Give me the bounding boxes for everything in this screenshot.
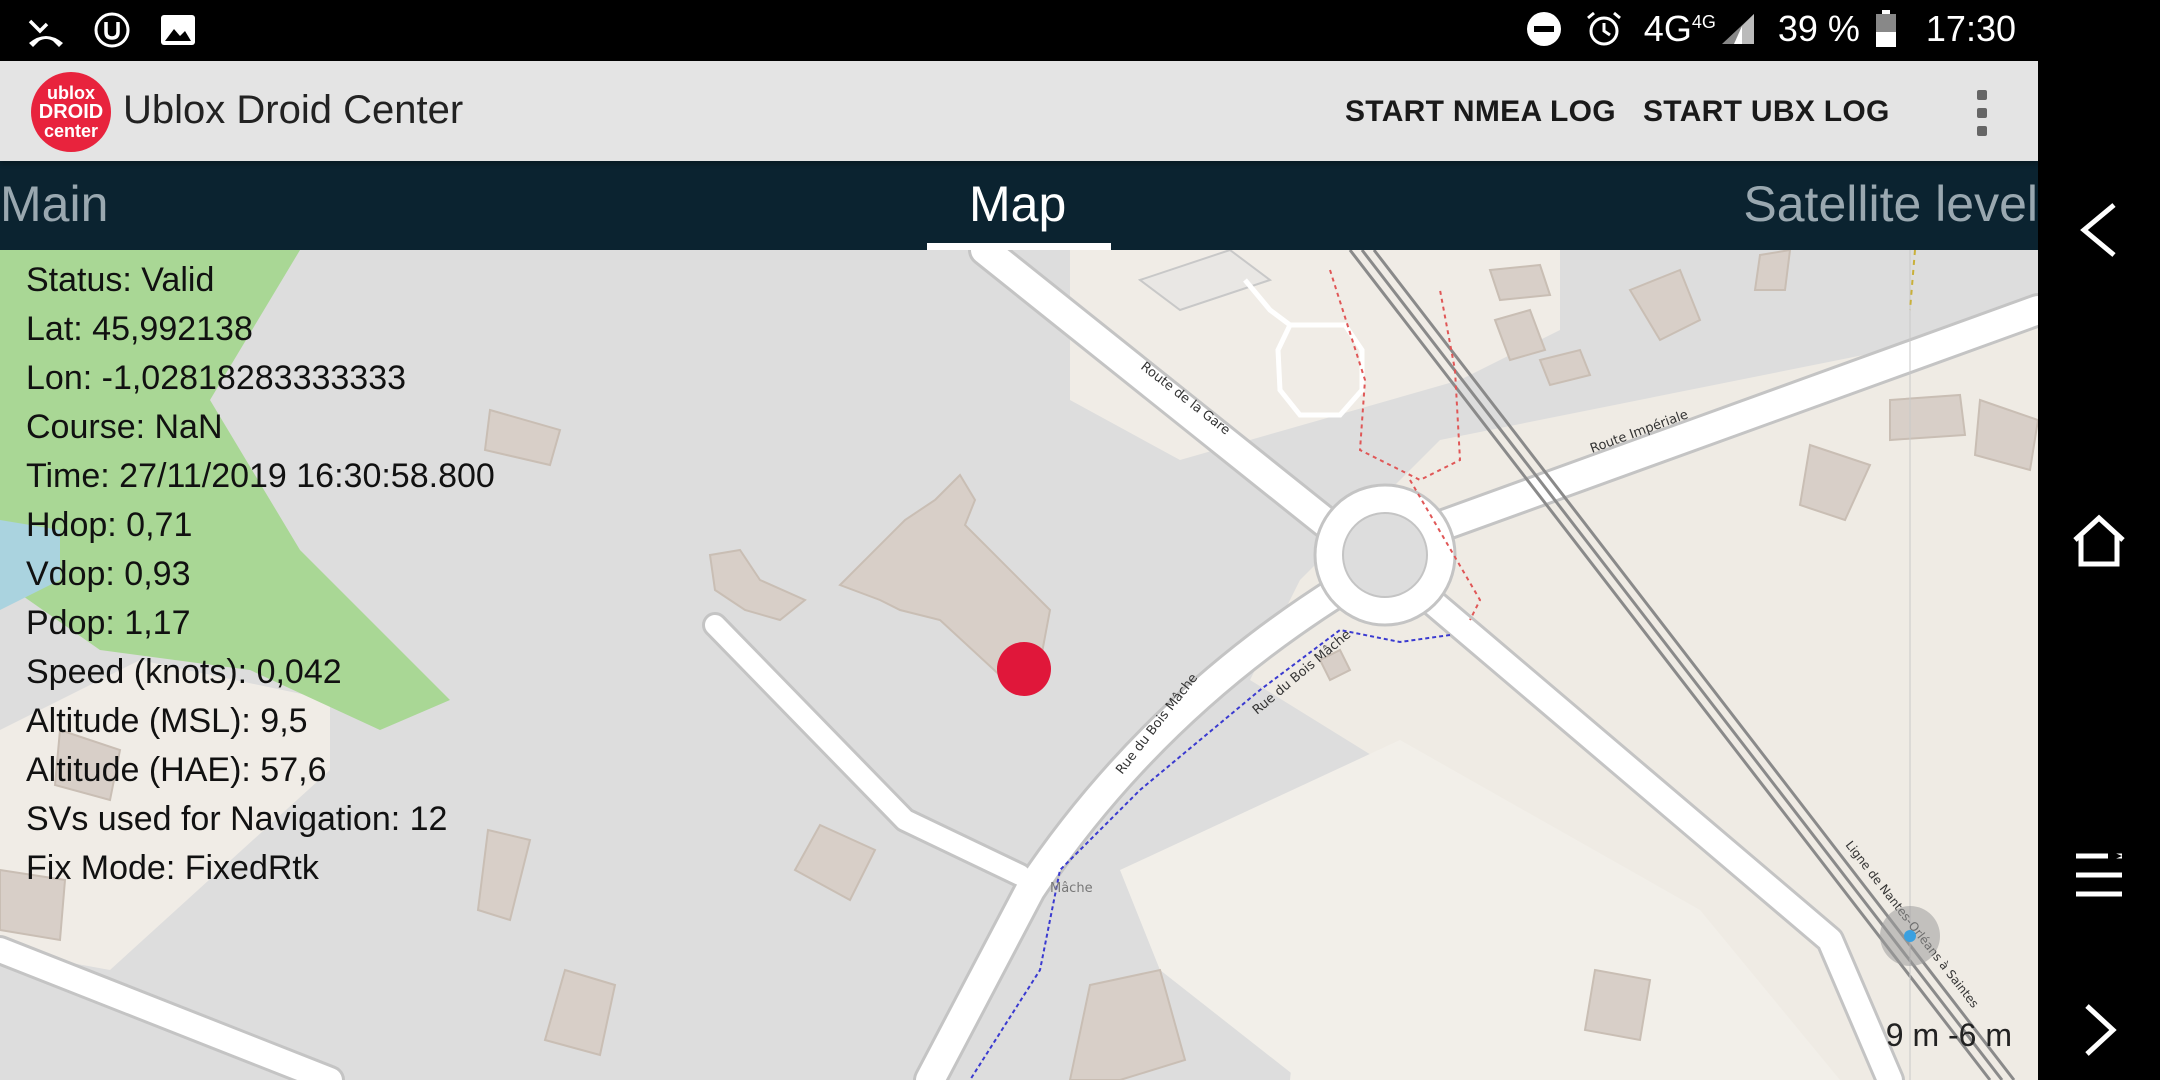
start-ubx-log-button[interactable]: START UBX LOG xyxy=(1643,95,1890,129)
clock: 17:30 xyxy=(1925,8,2016,49)
info-altitude-hae: Altitude (HAE): 57,6 xyxy=(26,751,327,789)
info-svs-used: SVs used for Navigation: 12 xyxy=(26,800,448,838)
info-lon: Lon: -1,02818283333333 xyxy=(26,359,407,397)
tab-map[interactable]: Map xyxy=(969,175,1066,233)
info-speed: Speed (knots): 0,042 xyxy=(26,653,342,691)
logo-line-2: DROID xyxy=(38,101,104,123)
map-scale: 9 m -6 m xyxy=(1885,1017,2012,1053)
info-pdop: Pdop: 1,17 xyxy=(26,604,191,642)
info-time: Time: 27/11/2019 16:30:58.800 xyxy=(26,457,495,495)
info-hdop: Hdop: 0,71 xyxy=(26,506,193,544)
alarm-icon xyxy=(1584,9,1624,49)
info-status: Status: Valid xyxy=(26,261,215,299)
missed-call-icon xyxy=(26,10,66,50)
status-bar-notifications xyxy=(26,10,198,50)
app-bar: ublox DROID center Ublox Droid Center ST… xyxy=(0,61,2038,161)
back-icon[interactable] xyxy=(2059,190,2139,270)
street-label-mache: Mâche xyxy=(1050,881,1093,896)
info-fix-mode: Fix Mode: FixedRtk xyxy=(26,849,319,887)
forward-icon[interactable] xyxy=(2059,990,2139,1070)
tab-indicator xyxy=(927,243,1111,250)
more-vert-icon[interactable] xyxy=(1957,83,2007,143)
battery-icon xyxy=(1866,9,1906,49)
battery-percent: 39 % xyxy=(1777,8,1860,49)
signal-icon xyxy=(1718,9,1758,49)
info-vdop: Vdop: 0,93 xyxy=(26,555,191,593)
menu-icon[interactable] xyxy=(2059,835,2139,915)
current-position-marker xyxy=(997,642,1051,696)
image-icon xyxy=(158,10,198,50)
app-title: Ublox Droid Center xyxy=(123,88,464,132)
logo-line-1: ublox xyxy=(47,83,95,103)
app-logo: ublox DROID center xyxy=(31,72,111,152)
network-type: 4G4G xyxy=(1643,8,1716,49)
logo-line-3: center xyxy=(43,121,99,141)
u-app-icon xyxy=(92,10,132,50)
map-view[interactable]: Route de la Gare Route Impériale Rue du … xyxy=(0,250,2038,1080)
status-bar: 4G4G 39 % 17:30 xyxy=(0,0,2038,61)
info-altitude-msl: Altitude (MSL): 9,5 xyxy=(26,702,308,740)
info-course: Course: NaN xyxy=(26,408,223,446)
tab-bar: Main Map Satellite level xyxy=(0,161,2038,250)
navigation-bar xyxy=(2038,0,2160,1080)
do-not-disturb-icon xyxy=(1524,9,1564,49)
home-icon[interactable] xyxy=(2059,500,2139,580)
info-lat: Lat: 45,992138 xyxy=(26,310,253,348)
tab-satellite-level[interactable]: Satellite level xyxy=(1743,175,2038,233)
status-bar-system: 4G4G 39 % 17:30 xyxy=(1524,8,2016,50)
gps-info-panel: Status: Valid Lat: 45,992138 Lon: -1,028… xyxy=(26,256,495,893)
tab-main[interactable]: Main xyxy=(0,175,108,233)
start-nmea-log-button[interactable]: START NMEA LOG xyxy=(1345,95,1616,129)
